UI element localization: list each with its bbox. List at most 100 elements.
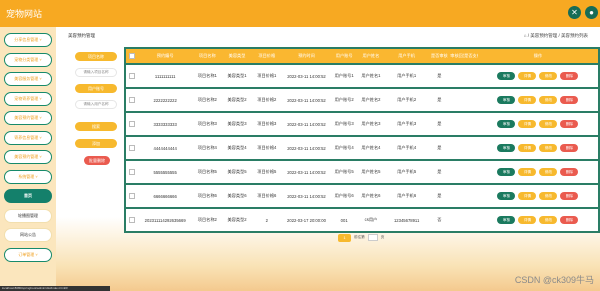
- table-cell: 用户姓名3: [361, 121, 381, 126]
- search-button[interactable]: 搜索: [75, 122, 117, 131]
- row-checkbox[interactable]: [128, 217, 135, 223]
- table-cell: 项目名称1: [197, 73, 217, 78]
- table-row: 202311114292635669 项目名称2 美容类型2 2 2022-03-17 …: [126, 207, 598, 231]
- table-row: 2222222222 项目名称2 美容类型2 项目价格2 2022-03-11 14:0…: [126, 87, 598, 111]
- column-header: 用户账号: [335, 53, 353, 58]
- table-cell: 项目名称4: [197, 145, 217, 150]
- sidebar-item[interactable]: 宠物寄养管理 ˅: [4, 91, 52, 106]
- filter-panel: 项目名称 请输入项目名称 用户账号 请输入用户名称 搜索 添加 批量删除: [69, 44, 122, 244]
- detail-button[interactable]: 详情: [518, 192, 537, 200]
- delete-button[interactable]: 删除: [560, 192, 579, 200]
- review-button[interactable]: 审核: [497, 96, 516, 104]
- add-button[interactable]: 添加: [75, 139, 117, 148]
- page-number-button[interactable]: 1: [338, 233, 351, 242]
- delete-button[interactable]: 删除: [560, 168, 579, 176]
- sidebar-item[interactable]: 美容预约管理 ˅: [4, 150, 52, 164]
- table-cell: 用户姓名6: [361, 193, 381, 198]
- edit-button[interactable]: 修改: [539, 192, 558, 200]
- table-cell: 6666666666: [153, 193, 177, 199]
- app-title: 宠物网站: [6, 9, 43, 19]
- select-all-checkbox[interactable]: [128, 53, 135, 59]
- breadcrumb[interactable]: ⌂ / 美容预约管理 / 美容预约列表: [524, 33, 588, 39]
- detail-button[interactable]: 详情: [518, 72, 537, 80]
- detail-button[interactable]: 详情: [518, 168, 537, 176]
- table-cell: 项目名称2: [197, 217, 217, 222]
- column-header: 项目名称: [198, 53, 216, 58]
- table-cell: 是: [437, 193, 442, 198]
- project-name-input[interactable]: 请输入项目名称: [75, 68, 117, 77]
- project-name-label-button[interactable]: 项目名称: [75, 52, 117, 61]
- table-cell: cs用户: [364, 217, 378, 222]
- edit-button[interactable]: 修改: [539, 216, 558, 224]
- sidebar-item[interactable]: 网站公告: [4, 228, 52, 242]
- review-button[interactable]: 审核: [497, 192, 516, 200]
- edit-button[interactable]: 修改: [539, 120, 558, 128]
- user-name-input[interactable]: 请输入用户名称: [75, 100, 117, 109]
- row-select-cell: [126, 169, 138, 175]
- sidebar-item[interactable]: 美容服务管理 ˅: [4, 72, 52, 86]
- table-row: 4444444444 项目名称4 美容类型4 项目价格4 2022-03-11 14:0…: [126, 135, 598, 159]
- delete-button[interactable]: 删除: [560, 144, 579, 152]
- user-icon[interactable]: ●: [585, 6, 598, 19]
- review-button[interactable]: 审核: [497, 216, 516, 224]
- table-row: 5555555555 项目名称5 美容类型5 项目价格5 2022-03-11 14:0…: [126, 159, 598, 183]
- detail-button[interactable]: 详情: [518, 144, 537, 152]
- row-checkbox[interactable]: [128, 193, 135, 199]
- table-cell: 美容类型2: [227, 97, 247, 102]
- sidebar-item[interactable]: 美容预约管理 ˅: [4, 111, 52, 125]
- column-header: 美容类型: [228, 53, 246, 58]
- sidebar-item[interactable]: 首页: [4, 189, 52, 203]
- table-cell: 用户手机1: [397, 73, 417, 78]
- edit-button[interactable]: 修改: [539, 168, 558, 176]
- table-cell: 项目价格5: [257, 169, 277, 174]
- review-button[interactable]: 审核: [497, 168, 516, 176]
- sidebar-item[interactable]: 轮播图管理: [4, 208, 52, 223]
- review-button[interactable]: 审核: [497, 120, 516, 128]
- column-header: 是否审核: [430, 53, 448, 58]
- table-cell: 用户姓名5: [361, 169, 381, 174]
- row-checkbox[interactable]: [128, 169, 135, 175]
- table-cell: 美容类型5: [227, 169, 247, 174]
- delete-button[interactable]: 删除: [560, 120, 579, 128]
- table-cell: 项目名称2: [197, 97, 217, 102]
- review-button[interactable]: 审核: [497, 144, 516, 152]
- review-button[interactable]: 审核: [497, 72, 516, 80]
- edit-button[interactable]: 修改: [539, 96, 558, 104]
- sidebar-item[interactable]: 系统管理 ˅: [4, 169, 52, 184]
- row-checkbox[interactable]: [128, 145, 135, 151]
- row-select-cell: [126, 73, 138, 79]
- row-checkbox[interactable]: [128, 73, 135, 79]
- sidebar-item[interactable]: 宠物分类管理 ˅: [4, 52, 52, 67]
- edit-button[interactable]: 修改: [539, 72, 558, 80]
- table-cell: 用户账号4: [334, 145, 354, 150]
- goto-page-input[interactable]: [367, 234, 378, 241]
- row-checkbox[interactable]: [128, 121, 135, 127]
- batch-delete-button[interactable]: 批量删除: [84, 156, 110, 165]
- table-cell: 2022-03-11 14:00:52: [287, 97, 326, 103]
- edit-button[interactable]: 修改: [539, 144, 558, 152]
- column-header: 用户手机: [398, 53, 415, 58]
- delete-button[interactable]: 删除: [560, 96, 579, 104]
- table-cell: 2022-03-11 14:00:52: [287, 73, 326, 79]
- delete-button[interactable]: 删除: [560, 72, 579, 80]
- detail-button[interactable]: 详情: [518, 216, 537, 224]
- sidebar-item[interactable]: 寄养信息管理 ˅: [4, 130, 52, 145]
- column-header: 操作: [533, 53, 543, 58]
- browser-status-url: localhost:8080/springboot/admin/dist/ind…: [0, 286, 110, 291]
- detail-button[interactable]: 详情: [518, 96, 537, 104]
- delete-button[interactable]: 删除: [560, 216, 579, 224]
- sidebar-item[interactable]: 订单管理 ˅: [4, 247, 52, 262]
- close-icon[interactable]: ✕: [568, 6, 581, 19]
- table-cell: 4444444444: [153, 145, 177, 151]
- user-account-label-button[interactable]: 用户账号: [75, 84, 117, 93]
- table-cell: 美容类型1: [227, 73, 247, 78]
- detail-button[interactable]: 详情: [518, 120, 537, 128]
- table-cell: 2022-03-11 14:00:52: [287, 145, 326, 151]
- table-cell: 项目价格6: [257, 193, 277, 198]
- row-actions: 审核 详情 修改 删除: [478, 168, 598, 176]
- row-checkbox[interactable]: [128, 97, 135, 103]
- table-cell: 用户账号5: [334, 169, 354, 174]
- sidebar: 分享信息管理 ˅ 宠物分类管理 ˅ 美容服务管理 ˅ 宠物寄养管理 ˅ 美容预约管理 ˅…: [0, 27, 56, 291]
- sidebar-item[interactable]: 分享信息管理 ˅: [4, 33, 52, 47]
- table-cell: 项目名称5: [197, 169, 217, 174]
